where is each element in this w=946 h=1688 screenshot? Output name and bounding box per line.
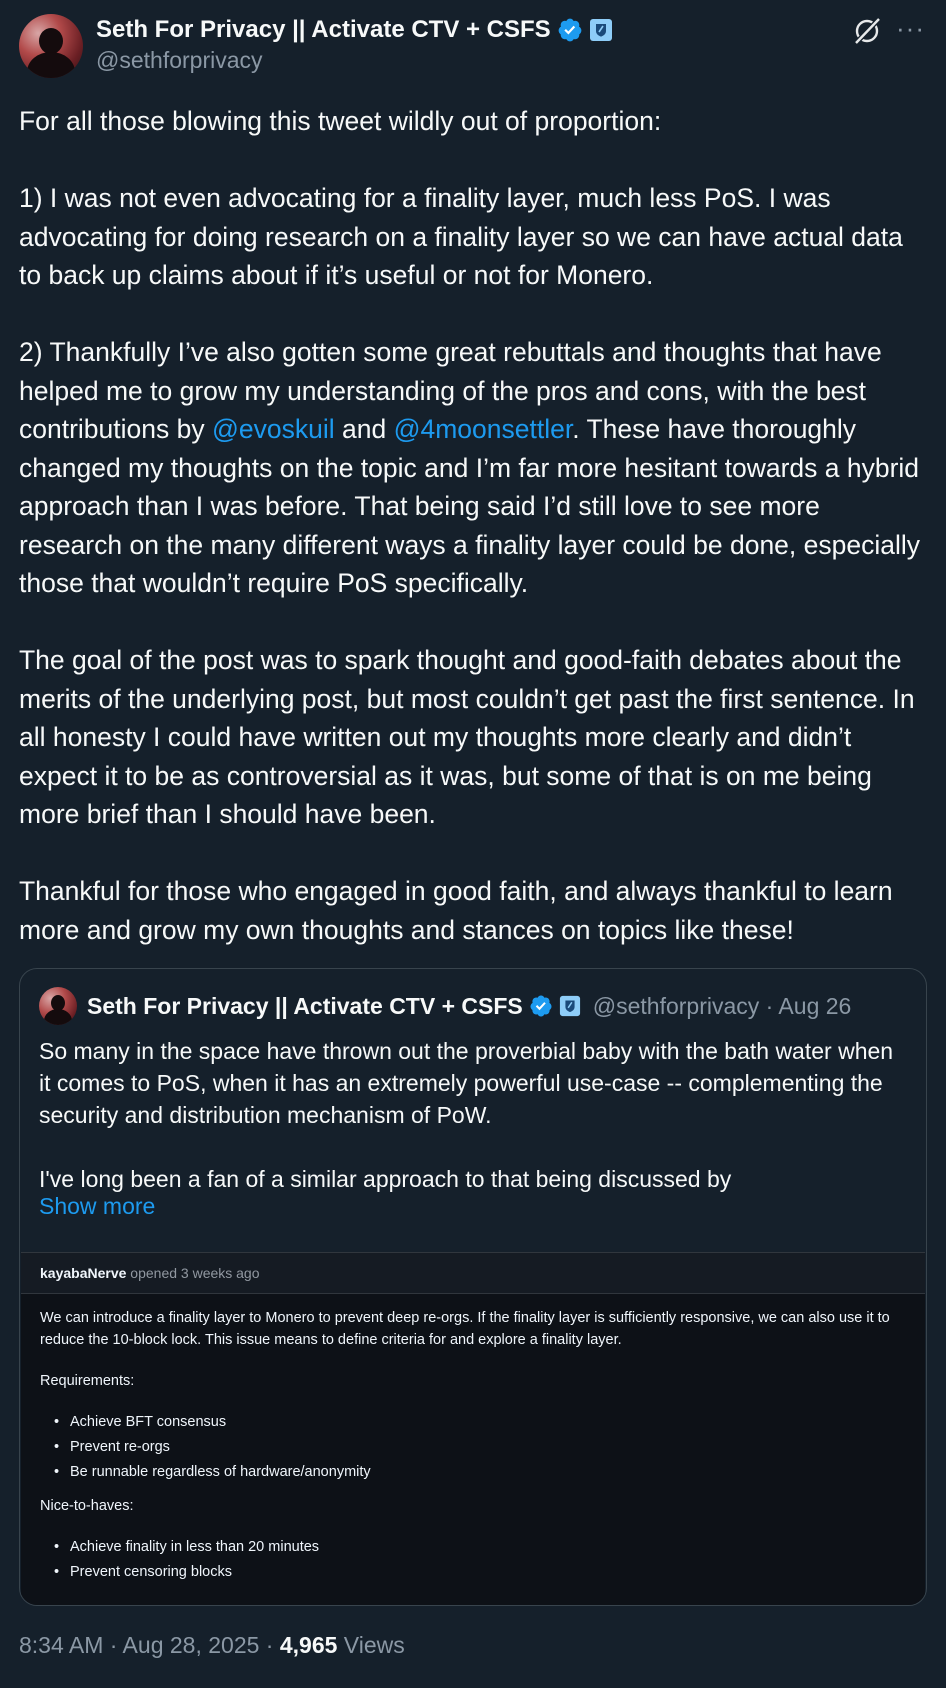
- quoted-author-avatar[interactable]: [39, 987, 77, 1025]
- quoted-handle-date: @sethforprivacy · Aug 26: [592, 992, 852, 1019]
- more-options-icon[interactable]: ···: [896, 15, 926, 44]
- github-issue-body: We can introduce a finality layer to Mon…: [40, 1307, 910, 1585]
- grok-icon[interactable]: [852, 16, 882, 46]
- tweet-paragraph: For all those blowing this tweet wildly …: [19, 106, 662, 136]
- verified-badge-icon[interactable]: [557, 17, 583, 43]
- requirements-list: Achieve BFT consensus Prevent re-orgs Be…: [40, 1410, 371, 1485]
- show-more-link[interactable]: Show more: [39, 1193, 155, 1220]
- github-issue-description: We can introduce a finality layer to Mon…: [40, 1310, 890, 1348]
- quoted-tweet[interactable]: Seth For Privacy || Activate CTV + CSFS …: [19, 968, 927, 1606]
- tweet-paragraph: Thankful for those who engaged in good f…: [19, 876, 900, 945]
- affiliate-badge-icon: [559, 995, 580, 1017]
- tweet-header: Seth For Privacy || Activate CTV + CSFS …: [0, 0, 946, 90]
- quoted-paragraph: I've long been a fan of a similar approa…: [39, 1166, 732, 1192]
- tweet-paragraph: 1) I was not even advocating for a final…: [19, 183, 911, 290]
- quoted-paragraph: So many in the space have thrown out the…: [39, 1038, 900, 1128]
- author-line: Seth For Privacy || Activate CTV + CSFS: [96, 14, 613, 46]
- github-issue-card[interactable]: kayabaNerve opened 3 weeks ago We can in…: [21, 1252, 925, 1605]
- github-issue-header: kayabaNerve opened 3 weeks ago: [21, 1253, 925, 1294]
- tweet-text: For all those blowing this tweet wildly …: [19, 102, 929, 949]
- quoted-tweet-header: Seth For Privacy || Activate CTV + CSFS …: [39, 987, 852, 1025]
- tweet-paragraph: The goal of the post was to spark though…: [19, 645, 922, 829]
- author-handle[interactable]: @sethforprivacy: [96, 47, 263, 74]
- quoted-tweet-text: So many in the space have thrown out the…: [39, 1035, 909, 1195]
- requirements-label: Requirements:: [40, 1373, 135, 1389]
- tweet-footer: 8:34 AM · Aug 28, 2025 · 4,965 Views: [19, 1632, 405, 1659]
- author-name[interactable]: Seth For Privacy || Activate CTV + CSFS: [96, 16, 551, 44]
- affiliate-badge-icon[interactable]: [589, 18, 613, 42]
- tweet-text-fragment: and: [334, 414, 394, 444]
- tweet-timestamp[interactable]: 8:34 AM · Aug 28, 2025 ·: [19, 1632, 280, 1658]
- mention-link[interactable]: @evoskuil: [212, 414, 335, 444]
- author-avatar[interactable]: [19, 14, 83, 78]
- list-item: Prevent re-orgs: [40, 1435, 371, 1460]
- github-username: kayabaNerve: [40, 1265, 127, 1281]
- views-count: 4,965: [279, 1632, 338, 1658]
- nice-to-haves-list: Achieve finality in less than 20 minutes…: [40, 1535, 319, 1585]
- nice-to-haves-label: Nice-to-haves:: [40, 1498, 134, 1514]
- list-item: Achieve BFT consensus: [40, 1410, 371, 1435]
- quoted-author-name: Seth For Privacy || Activate CTV + CSFS: [87, 992, 523, 1019]
- list-item: Be runnable regardless of hardware/anony…: [40, 1460, 371, 1485]
- list-item: Prevent censoring blocks: [40, 1560, 319, 1585]
- mention-link[interactable]: @4moonsettler: [394, 414, 573, 444]
- verified-badge-icon: [530, 995, 552, 1017]
- views-label: Views: [337, 1632, 405, 1658]
- list-item: Achieve finality in less than 20 minutes: [40, 1535, 319, 1560]
- github-opened-time: opened 3 weeks ago: [126, 1265, 260, 1281]
